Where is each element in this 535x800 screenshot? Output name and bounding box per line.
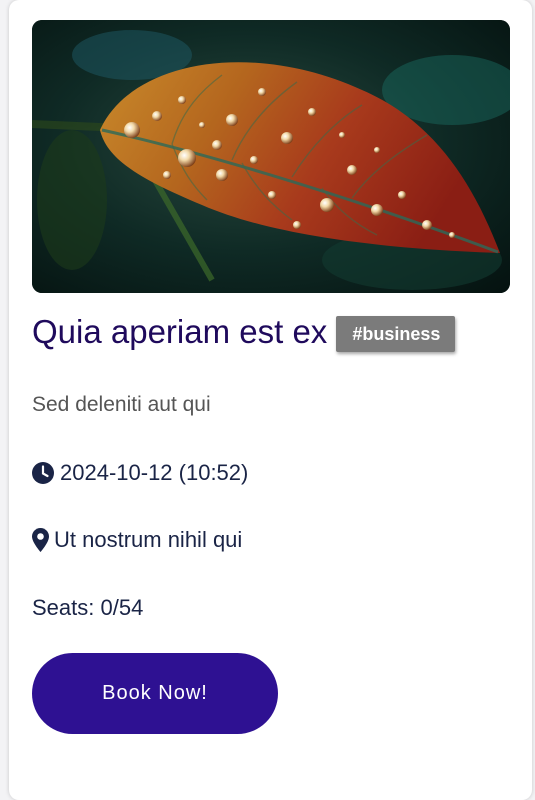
event-datetime: 2024-10-12 (10:52) xyxy=(32,460,248,486)
event-title: Quia aperiam est ex xyxy=(32,313,328,350)
category-tag[interactable]: #business xyxy=(336,316,456,352)
event-seats: Seats: 0/54 xyxy=(32,595,144,620)
event-description: Sed deleniti aut qui xyxy=(32,393,211,416)
datetime-text: 2024-10-12 (10:52) xyxy=(60,460,249,485)
map-pin-icon xyxy=(32,528,49,552)
event-card: Quia aperiam est ex #business Sed deleni… xyxy=(9,0,532,800)
book-now-button[interactable]: Book Now! xyxy=(32,653,278,734)
title-row: Quia aperiam est ex #business xyxy=(32,310,456,354)
event-image xyxy=(32,20,510,293)
event-location: Ut nostrum nihil qui xyxy=(32,527,242,553)
clock-icon xyxy=(32,462,54,484)
location-text: Ut nostrum nihil qui xyxy=(54,527,243,552)
